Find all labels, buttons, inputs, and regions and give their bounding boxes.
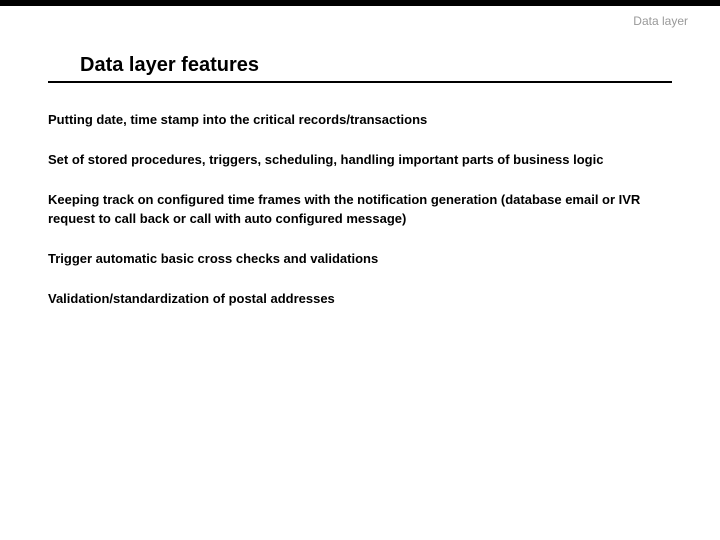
feature-item: Putting date, time stamp into the critic…	[48, 111, 672, 129]
feature-item: Keeping track on configured time frames …	[48, 191, 672, 227]
section-title: Data layer features	[80, 54, 672, 81]
section-title-container: Data layer features	[48, 54, 672, 83]
slide-content: Data layer features Putting date, time s…	[0, 6, 720, 308]
feature-item: Set of stored procedures, triggers, sche…	[48, 151, 672, 169]
feature-item: Trigger automatic basic cross checks and…	[48, 250, 672, 268]
header-breadcrumb: Data layer	[633, 14, 688, 28]
feature-item: Validation/standardization of postal add…	[48, 290, 672, 308]
